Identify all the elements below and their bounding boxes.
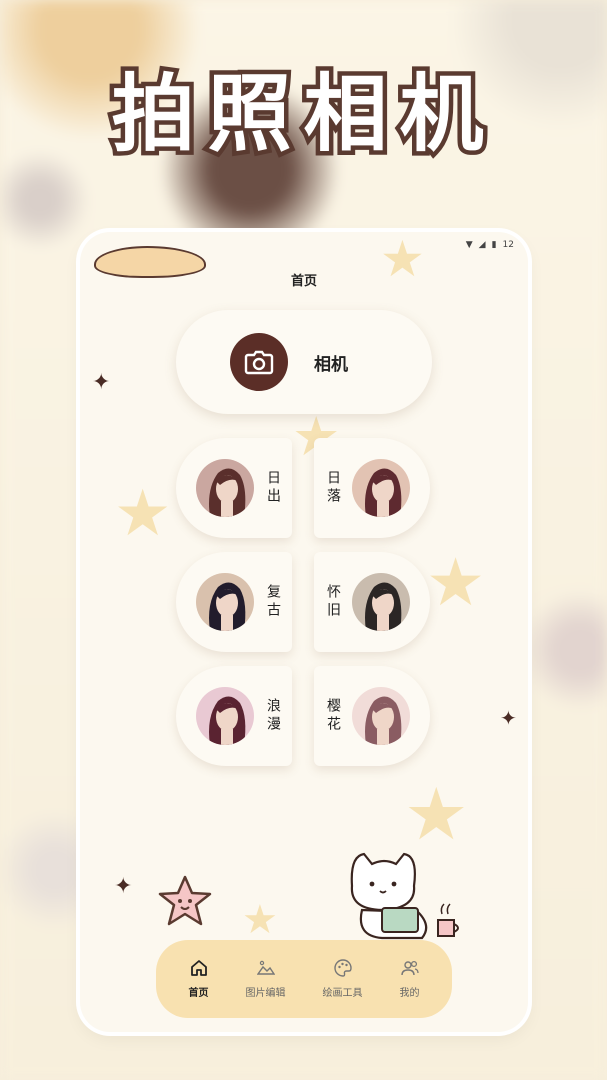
image-edit-icon xyxy=(256,959,275,980)
star-decoration: ★ xyxy=(242,897,278,943)
filter-preview-avatar xyxy=(352,573,410,631)
filter-preview-avatar xyxy=(352,459,410,517)
filter-label: 日落 xyxy=(325,470,341,506)
smiling-star-sticker xyxy=(154,874,216,934)
filter-label: 日出 xyxy=(265,470,281,506)
star-decoration: ★ xyxy=(426,544,486,621)
tab-label: 首页 xyxy=(188,988,209,999)
profile-icon xyxy=(400,959,419,980)
filter-label: 复古 xyxy=(265,584,281,620)
filter-label: 浪漫 xyxy=(265,698,281,734)
bottom-tab-bar: 首页 图片编辑 绘画工具 我的 xyxy=(156,940,452,1018)
filter-label: 樱花 xyxy=(325,698,341,734)
filter-card[interactable]: 日落 xyxy=(314,438,430,538)
wifi-icon: ▼ xyxy=(465,240,473,250)
tab-image-edit[interactable]: 图片编辑 xyxy=(246,959,286,999)
page-title: 首页 xyxy=(290,274,317,289)
status-bar: ▼ ◢ ▮ 12 xyxy=(466,238,514,252)
tab-label: 我的 xyxy=(399,988,420,999)
filter-label: 怀旧 xyxy=(325,584,341,620)
filter-card[interactable]: 复古 xyxy=(176,552,292,652)
phone-screen: ▼ ◢ ▮ 12 ★ ★ ★ ★ ★ ★ ✦ ✦ ✦ 首页 相机 日出 日落 复古怀… xyxy=(80,232,528,1032)
camera-button-label: 相机 xyxy=(314,354,348,375)
palette-icon xyxy=(333,959,352,980)
tab-profile[interactable]: 我的 xyxy=(400,959,420,999)
filter-card[interactable]: 怀旧 xyxy=(314,552,430,652)
filter-preview-avatar xyxy=(352,687,410,745)
battery-icon: ▮ xyxy=(491,240,497,250)
star-decoration: ★ xyxy=(114,477,172,551)
promo-title: 拍照相机 xyxy=(107,65,496,163)
camera-button[interactable]: 相机 xyxy=(176,310,432,414)
filter-card[interactable]: 樱花 xyxy=(314,666,430,766)
sparkle-decoration: ✦ xyxy=(92,370,111,395)
home-icon xyxy=(190,959,208,980)
tab-label: 图片编辑 xyxy=(245,988,286,999)
tab-palette[interactable]: 绘画工具 xyxy=(323,959,363,999)
filter-card[interactable]: 浪漫 xyxy=(176,666,292,766)
sparkle-decoration: ✦ xyxy=(500,706,517,730)
camera-icon xyxy=(230,333,288,391)
filter-preview-avatar xyxy=(196,459,254,517)
sparkle-decoration: ✦ xyxy=(114,874,133,899)
status-time: 12 xyxy=(502,240,514,250)
tab-label: 绘画工具 xyxy=(322,988,363,999)
signal-icon: ◢ xyxy=(478,240,486,250)
star-decoration: ★ xyxy=(404,772,469,856)
filter-card[interactable]: 日出 xyxy=(176,438,292,538)
filter-preview-avatar xyxy=(196,687,254,745)
cat-reading-sticker xyxy=(342,846,470,946)
filter-preview-avatar xyxy=(196,573,254,631)
tab-home[interactable]: 首页 xyxy=(189,959,209,999)
